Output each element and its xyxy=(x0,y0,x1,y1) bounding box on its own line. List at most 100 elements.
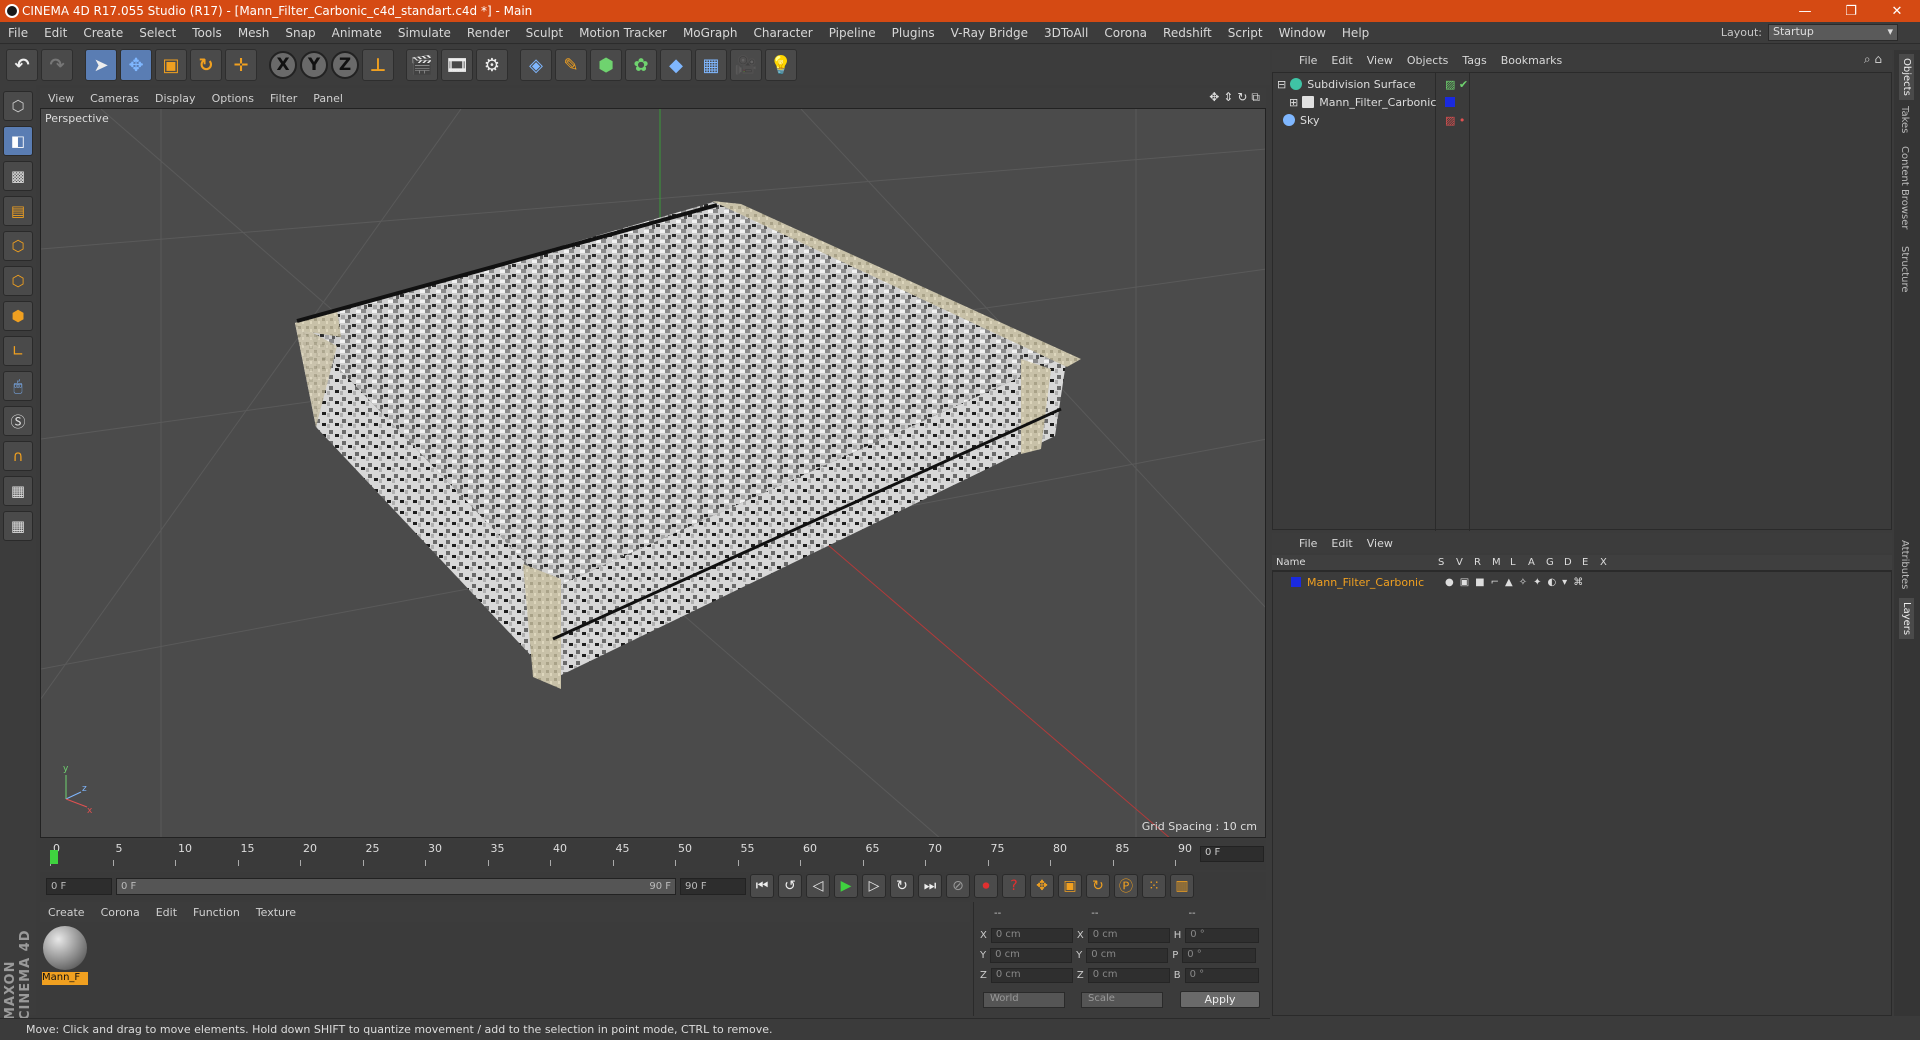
make-editable-icon[interactable]: ⬡ xyxy=(3,91,33,121)
z-axis-lock-icon[interactable]: Z xyxy=(331,51,359,79)
material-menu-corona[interactable]: Corona xyxy=(93,906,148,919)
side-tab-attributes[interactable]: Attributes xyxy=(1899,540,1910,589)
size-z-field[interactable]: 0 cm xyxy=(1087,968,1170,983)
object-row-sky[interactable]: Sky ▨ • xyxy=(1277,111,1889,129)
render-view-icon[interactable]: 🎬 xyxy=(406,49,438,81)
objects-menu-edit[interactable]: Edit xyxy=(1324,54,1359,67)
key-scale-icon[interactable]: ▣ xyxy=(1058,874,1082,898)
side-tab-takes[interactable]: Takes xyxy=(1899,106,1910,133)
timeline[interactable]: 0 5 10 15 20 25 30 35 40 45 50 55 60 65 70 75 80 85 90 0 F xyxy=(40,840,1266,870)
layer-column-manager[interactable]: M xyxy=(1492,557,1510,568)
go-to-end-icon[interactable]: ⏭ xyxy=(918,874,942,898)
menu-vray-bridge[interactable]: V-Ray Bridge xyxy=(943,26,1036,40)
side-tab-structure[interactable]: Structure xyxy=(1899,246,1910,293)
spline-pen-icon[interactable]: ✎ xyxy=(555,49,587,81)
floor-icon[interactable]: ▦ xyxy=(695,49,727,81)
layer-column-solo[interactable]: S xyxy=(1438,557,1456,568)
snap-magnet-icon[interactable]: ∩ xyxy=(3,441,33,471)
objects-menu-view[interactable]: View xyxy=(1360,54,1400,67)
objects-menu-bookmarks[interactable]: Bookmarks xyxy=(1494,54,1569,67)
go-to-start-icon[interactable]: ⏮ xyxy=(750,874,774,898)
play-icon[interactable]: ▶ xyxy=(834,874,858,898)
rotate-tool-icon[interactable]: ↻ xyxy=(190,49,222,81)
polygons-mode-icon[interactable]: ⬢ xyxy=(3,301,33,331)
deformer-icon[interactable]: ◆ xyxy=(660,49,692,81)
viewport-menu-cameras[interactable]: Cameras xyxy=(82,92,147,105)
viewport-menu-view[interactable]: View xyxy=(40,92,82,105)
start-frame-field[interactable]: 0 F xyxy=(46,877,112,895)
menu-mograph[interactable]: MoGraph xyxy=(675,26,746,40)
menu-simulate[interactable]: Simulate xyxy=(390,26,459,40)
layer-color-swatch[interactable] xyxy=(1291,577,1301,587)
viewport-menu-panel[interactable]: Panel xyxy=(305,92,351,105)
layer-column-animation[interactable]: A xyxy=(1528,557,1546,568)
collapse-icon[interactable]: ⊟ xyxy=(1277,78,1286,91)
menu-tools[interactable]: Tools xyxy=(184,26,230,40)
menu-motion-tracker[interactable]: Motion Tracker xyxy=(571,26,675,40)
redo-icon[interactable]: ↷ xyxy=(41,49,73,81)
next-key-icon[interactable]: ↻ xyxy=(890,874,914,898)
pan-view-icon[interactable]: ✥ xyxy=(1209,90,1219,105)
search-icon[interactable]: ⌕ ⌂ xyxy=(1864,52,1882,67)
expand-icon[interactable]: ⊞ xyxy=(1289,96,1298,109)
camera-icon[interactable]: 🎥 xyxy=(730,49,762,81)
current-frame-field[interactable]: 0 F xyxy=(1200,846,1264,862)
menu-select[interactable]: Select xyxy=(131,26,184,40)
objects-menu-file[interactable]: File xyxy=(1292,54,1324,67)
scale-tool-icon[interactable]: ▣ xyxy=(155,49,187,81)
model-mode-icon[interactable]: ◧ xyxy=(3,126,33,156)
orbit-view-icon[interactable]: ↻ xyxy=(1237,90,1247,105)
restore-button[interactable]: ❐ xyxy=(1828,0,1874,22)
material-menu-edit[interactable]: Edit xyxy=(148,906,185,919)
material-label[interactable]: Mann_F xyxy=(42,972,88,985)
key-pla-icon[interactable]: ⁙ xyxy=(1142,874,1166,898)
planar-workplane-icon[interactable]: ▦ xyxy=(3,511,33,541)
close-button[interactable]: ✕ xyxy=(1874,0,1920,22)
menu-redshift[interactable]: Redshift xyxy=(1155,26,1220,40)
texture-mode-icon[interactable]: ▩ xyxy=(3,161,33,191)
subdivision-surface-icon[interactable]: ⬢ xyxy=(590,49,622,81)
move-tool-icon[interactable]: ✥ xyxy=(120,49,152,81)
menu-animate[interactable]: Animate xyxy=(324,26,390,40)
material-menu-create[interactable]: Create xyxy=(40,906,93,919)
solo-mode-icon[interactable]: Ⓢ xyxy=(3,406,33,436)
objects-menu-objects[interactable]: Objects xyxy=(1400,54,1456,67)
cube-object-icon[interactable]: ◈ xyxy=(520,49,552,81)
y-axis-lock-icon[interactable]: Y xyxy=(300,51,328,79)
menu-snap[interactable]: Snap xyxy=(277,26,323,40)
timeline-ruler[interactable]: 0 5 10 15 20 25 30 35 40 45 50 55 60 65 70 75 80 85 90 xyxy=(50,842,1198,866)
material-thumbnail[interactable] xyxy=(43,926,87,970)
points-mode-icon[interactable]: ⬡ xyxy=(3,231,33,261)
key-parameter-icon[interactable]: Ⓟ xyxy=(1114,874,1138,898)
viewport-perspective[interactable]: y z x Perspective Grid Spacing : 10 cm xyxy=(40,108,1266,838)
key-position-icon[interactable]: ✥ xyxy=(1030,874,1054,898)
cloner-icon[interactable]: ✿ xyxy=(625,49,657,81)
material-menu-function[interactable]: Function xyxy=(185,906,248,919)
transform-tool-icon[interactable]: ✛ xyxy=(225,49,257,81)
menu-help[interactable]: Help xyxy=(1334,26,1377,40)
autokeying-icon[interactable]: ⏺ xyxy=(974,874,998,898)
workplane-mode-icon[interactable]: ▤ xyxy=(3,196,33,226)
menu-mesh[interactable]: Mesh xyxy=(230,26,278,40)
render-picture-viewer-icon[interactable]: 🎞 xyxy=(441,49,473,81)
frame-range-slider[interactable]: 0 F 90 F xyxy=(116,877,676,895)
side-tab-objects[interactable]: Objects xyxy=(1899,54,1914,100)
dolly-view-icon[interactable]: ⇕ xyxy=(1223,90,1233,105)
position-y-field[interactable]: 0 cm xyxy=(990,948,1073,963)
record-keys-icon[interactable]: ⊘ xyxy=(946,874,970,898)
objects-menu-tags[interactable]: Tags xyxy=(1455,54,1493,67)
menu-create[interactable]: Create xyxy=(75,26,131,40)
layer-color-swatch[interactable] xyxy=(1445,97,1455,107)
previous-key-icon[interactable]: ↺ xyxy=(778,874,802,898)
size-x-field[interactable]: 0 cm xyxy=(1087,928,1170,943)
material-menu-texture[interactable]: Texture xyxy=(248,906,304,919)
rotation-h-field[interactable]: 0 ° xyxy=(1185,928,1260,943)
rotation-p-field[interactable]: 0 ° xyxy=(1182,948,1257,963)
layer-row[interactable]: Mann_Filter_Carbonic ●▣■⌐▲✧✦◐▾⌘ xyxy=(1277,573,1889,591)
key-rotation-icon[interactable]: ↻ xyxy=(1086,874,1110,898)
layers-menu-view[interactable]: View xyxy=(1360,537,1400,550)
playhead[interactable] xyxy=(50,850,58,864)
select-tool-icon[interactable]: ➤ xyxy=(85,49,117,81)
next-frame-icon[interactable]: ▷ xyxy=(862,874,886,898)
layer-column-expressions[interactable]: E xyxy=(1582,557,1600,568)
